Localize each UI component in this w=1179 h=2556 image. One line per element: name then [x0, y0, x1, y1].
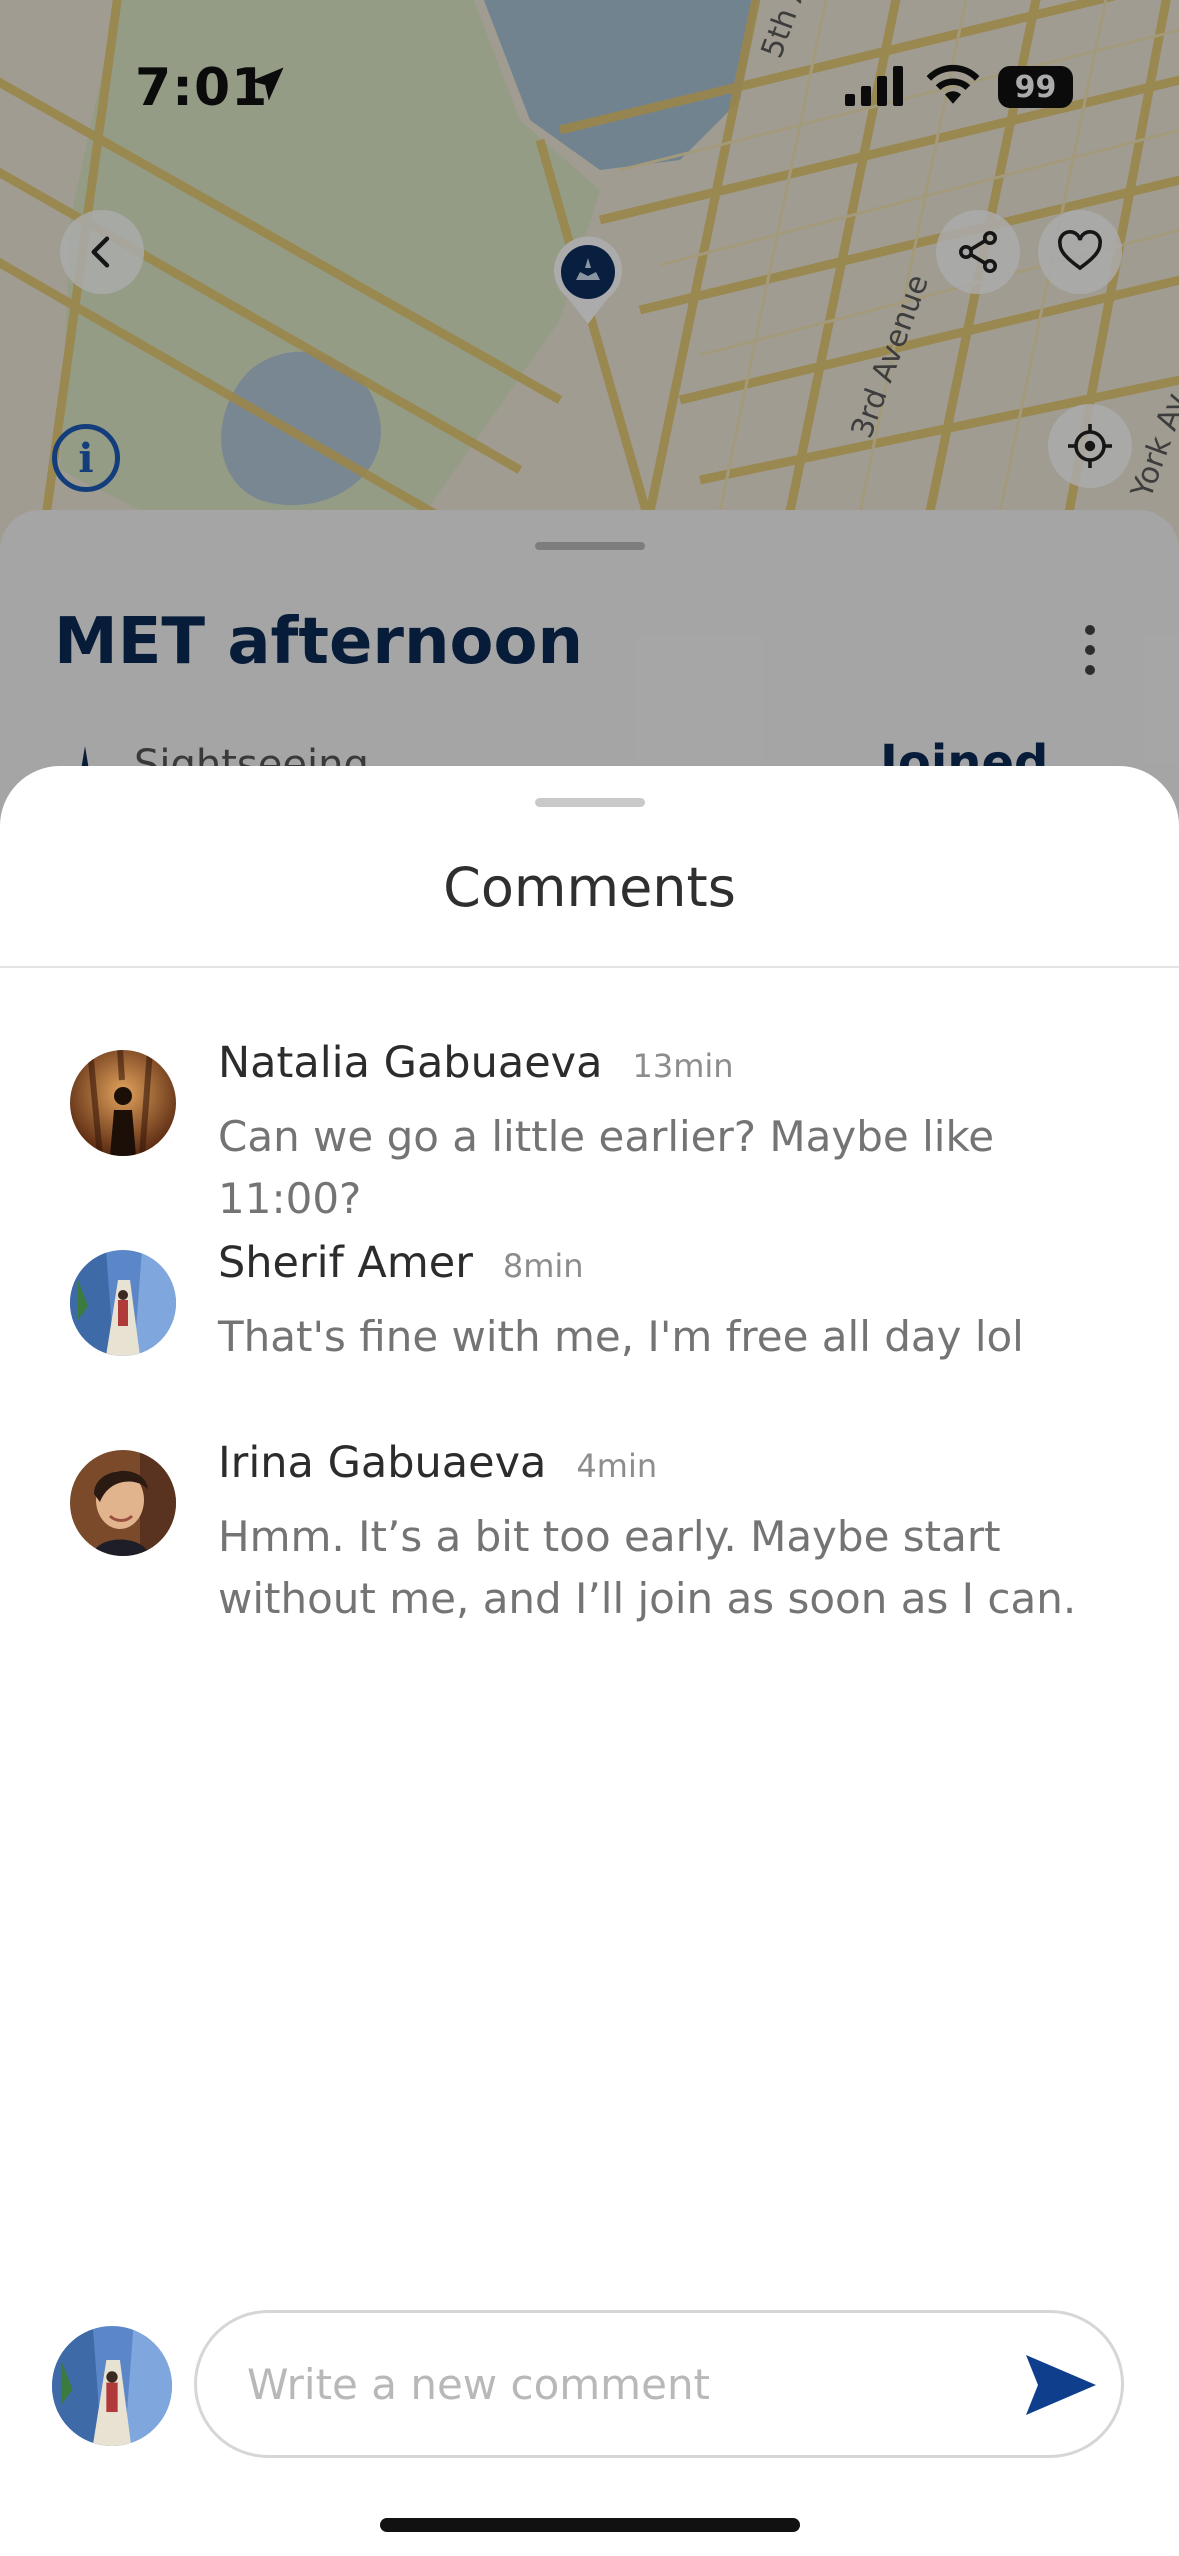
- comment-author[interactable]: Irina Gabuaeva: [218, 1438, 546, 1488]
- current-user-avatar: [52, 2326, 172, 2446]
- home-indicator: [380, 2518, 800, 2532]
- sheet-grabber[interactable]: [535, 798, 645, 807]
- comment-timestamp: 8min: [502, 1247, 584, 1285]
- avatar-photo-irina: [70, 1450, 176, 1556]
- sheet-title: Comments: [443, 856, 736, 919]
- comment-author[interactable]: Natalia Gabuaeva: [218, 1038, 602, 1088]
- comment-text: Can we go a little earlier? Maybe like 1…: [218, 1112, 995, 1223]
- comment-text: Hmm. It’s a bit too early. Maybe start w…: [218, 1512, 1077, 1623]
- avatar[interactable]: [70, 1250, 176, 1356]
- title-divider: [0, 966, 1179, 968]
- avatar[interactable]: [70, 1450, 176, 1556]
- comment-timestamp: 4min: [576, 1447, 658, 1485]
- comment-input[interactable]: [247, 2349, 1007, 2419]
- avatar-photo-current-user: [52, 2326, 172, 2446]
- comments-sheet: Comments Natalia Gabuaeva 13min Can we g…: [0, 766, 1179, 2556]
- comment-composer: [194, 2310, 1124, 2458]
- avatar-photo-sherif: [70, 1250, 176, 1356]
- send-icon[interactable]: [1022, 2351, 1098, 2419]
- avatar-photo-natalia: [70, 1050, 176, 1156]
- comment-author[interactable]: Sherif Amer: [218, 1238, 473, 1288]
- comment-text: That's fine with me, I'm free all day lo…: [218, 1312, 1024, 1361]
- avatar[interactable]: [70, 1050, 176, 1156]
- comment-timestamp: 13min: [632, 1047, 734, 1085]
